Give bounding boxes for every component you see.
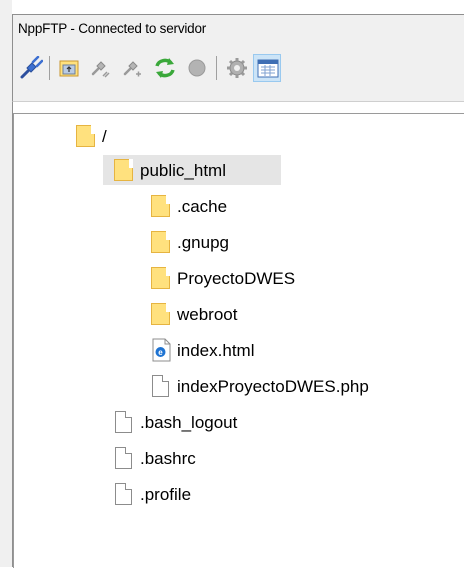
upload-icon (59, 60, 79, 77)
tree-node-cache[interactable]: .cache (150, 191, 350, 221)
tree-node-gnupg[interactable]: .gnupg (150, 227, 350, 257)
panel-title: NppFTP - Connected to servidor (18, 21, 207, 36)
toolbar (12, 43, 464, 101)
folder-icon (150, 230, 172, 254)
tree-node-label: index.html (177, 341, 255, 360)
refresh-button[interactable] (151, 54, 179, 82)
tree-node-proyectodwes[interactable]: ProyectoDWES (150, 263, 370, 293)
connect-button[interactable] (17, 54, 45, 82)
folder-icon (75, 124, 97, 148)
download-alt-button[interactable] (119, 54, 147, 82)
abort-button[interactable] (183, 54, 211, 82)
download-alt-icon (123, 61, 141, 77)
file-icon (113, 482, 135, 506)
svg-text:e: e (158, 348, 163, 357)
panel-left-edge (0, 0, 12, 567)
tree-node-root[interactable]: / (75, 121, 275, 151)
download-button[interactable] (87, 54, 115, 82)
settings-icon (227, 58, 247, 78)
toolbar-separator (49, 56, 50, 80)
tree-node-label: .gnupg (177, 233, 229, 252)
file-icon (113, 446, 135, 470)
refresh-icon (155, 58, 175, 78)
tree-node-label: ProyectoDWES (177, 269, 296, 288)
folder-icon (150, 266, 172, 290)
tree-node-label: / (102, 127, 107, 146)
remote-file-tree: / public_html .cache .gnupg ProyectoDWES… (12, 101, 464, 568)
nppftp-panel: NppFTP - Connected to servidor / public_… (0, 0, 464, 568)
folder-icon (150, 194, 172, 218)
tree-node-bashrc[interactable]: .bashrc (113, 443, 313, 473)
tree-border-top (20, 113, 464, 114)
tree-node-index-proyecto-php[interactable]: indexProyectoDWES.php (150, 371, 450, 401)
connect-icon (20, 56, 43, 79)
tree-node-label: .bash_logout (140, 413, 238, 432)
toolbar-separator (216, 56, 217, 80)
panel-titlebar: NppFTP - Connected to servidor (12, 14, 464, 43)
tree-node-label: .bashrc (140, 449, 196, 468)
tree-node-label: public_html (140, 161, 226, 180)
file-icon (113, 410, 135, 434)
abort-icon (188, 59, 206, 77)
tree-node-webroot[interactable]: webroot (150, 299, 350, 329)
tree-node-index-html[interactable]: e index.html (150, 335, 350, 365)
download-icon (91, 61, 110, 78)
folder-icon (150, 302, 172, 326)
folder-icon (113, 158, 135, 182)
tree-node-label: .profile (140, 485, 192, 504)
tree-node-profile[interactable]: .profile (113, 479, 313, 509)
file-icon (150, 374, 172, 398)
message-window-button[interactable] (253, 54, 281, 82)
tree-border (13, 113, 20, 568)
tree-node-label: webroot (177, 305, 238, 324)
tree-node-label: indexProyectoDWES.php (177, 377, 369, 396)
tree-node-public-html[interactable]: public_html (103, 155, 283, 185)
upload-button[interactable] (55, 54, 83, 82)
tree-node-label: .cache (177, 197, 228, 216)
tree-node-bash-logout[interactable]: .bash_logout (113, 407, 313, 437)
settings-button[interactable] (223, 54, 251, 82)
message-window-icon (257, 59, 279, 78)
html-file-icon: e (150, 338, 172, 362)
